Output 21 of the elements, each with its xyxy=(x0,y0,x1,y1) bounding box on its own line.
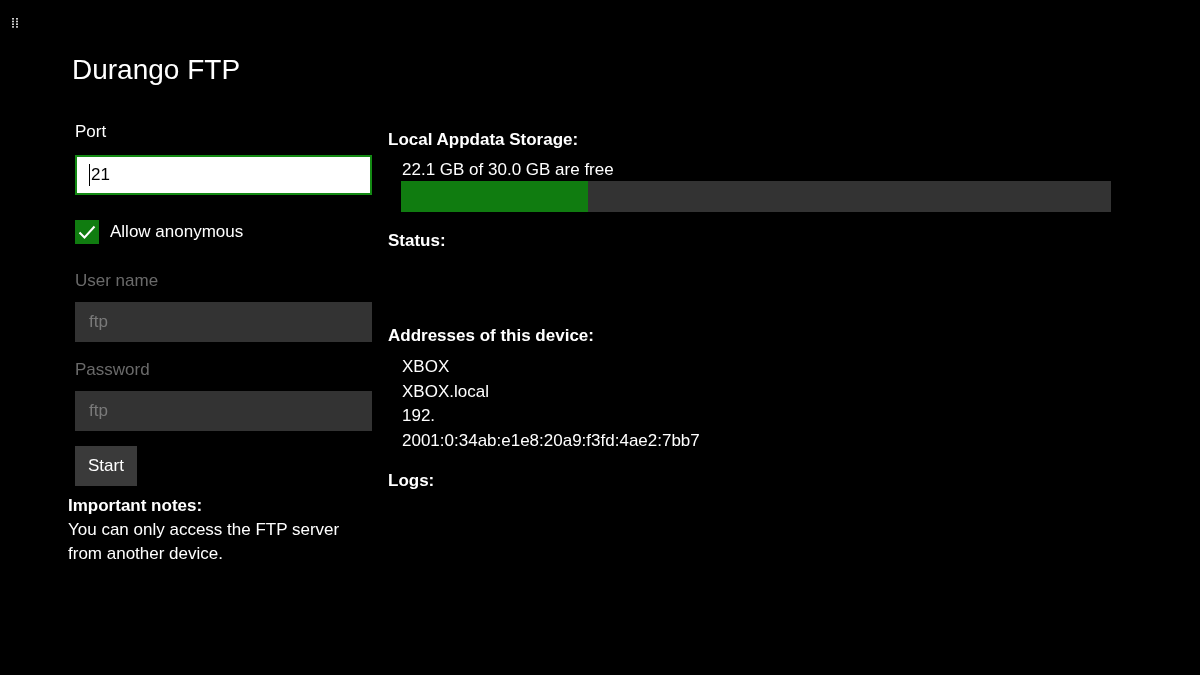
address-text: 192. xyxy=(402,405,436,427)
notes-heading: Important notes: xyxy=(68,495,203,517)
checkbox[interactable] xyxy=(75,220,99,244)
field-label: User name xyxy=(75,270,159,292)
address-text: 2001:0:34ab:e1e8:20a9:f3fd:4ae2:7bb7 xyxy=(402,429,700,452)
field-label: Port xyxy=(75,121,107,143)
checkbox-label: Allow anonymous xyxy=(110,221,244,243)
address-text: XBOX.local xyxy=(402,380,489,403)
field-label: Password xyxy=(75,359,150,381)
start-button[interactable]: Start xyxy=(75,446,137,486)
section-heading: Addresses of this device: xyxy=(388,325,594,347)
app-title: Durango FTP xyxy=(72,53,241,87)
section-heading: Logs: xyxy=(388,470,435,492)
notes-text: You can only access the FTP server from another device. xyxy=(68,519,341,565)
address-text: XBOX xyxy=(402,356,450,378)
grip-dots-icon[interactable] xyxy=(12,18,18,28)
text-caret-icon xyxy=(89,164,90,186)
section-heading: Status: xyxy=(388,230,446,252)
storage-summary: 22.1 GB of 30.0 GB are free xyxy=(402,159,614,181)
input-field[interactable]: 21 xyxy=(75,155,372,195)
section-heading: Local Appdata Storage: xyxy=(388,129,579,151)
